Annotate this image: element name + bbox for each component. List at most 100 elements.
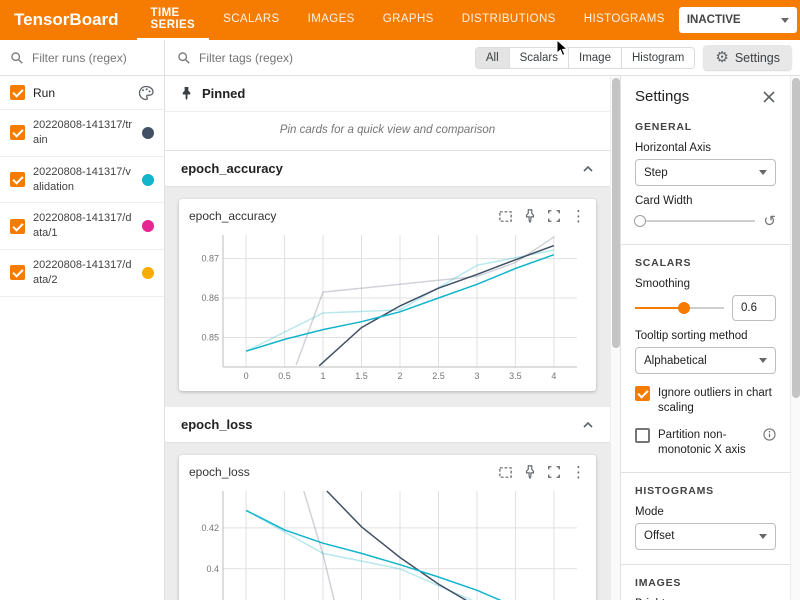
- chevron-down-icon: [781, 18, 789, 23]
- pin-card-icon[interactable]: [523, 209, 537, 223]
- filter-runs-input[interactable]: [32, 51, 154, 65]
- ignore-outliers-label: Ignore outliers in chart scaling: [658, 386, 776, 416]
- chip-scalars[interactable]: Scalars: [509, 48, 568, 68]
- ignore-outliers-checkbox[interactable]: [635, 386, 650, 401]
- run-row-data-1[interactable]: 20220808-141317/data/1: [0, 203, 164, 250]
- section-name: HISTOGRAMS: [635, 485, 776, 497]
- smoothing-row: 0.6: [635, 295, 776, 321]
- right-area: All Scalars Image Histogram ⚙ Settings P…: [165, 40, 800, 600]
- card-title: epoch_loss: [189, 465, 250, 479]
- smoothing-value-input[interactable]: 0.6: [732, 295, 776, 321]
- section-header-epoch-accuracy[interactable]: epoch_accuracy: [165, 151, 610, 187]
- more-options-icon[interactable]: ⋮: [571, 463, 586, 481]
- run-checkbox[interactable]: [10, 265, 25, 280]
- chip-all[interactable]: All: [476, 48, 509, 68]
- pin-icon: [179, 86, 194, 101]
- slider-knob[interactable]: [634, 215, 646, 227]
- reload-status-dropdown[interactable]: INACTIVE: [679, 7, 797, 33]
- settings-button-label: Settings: [735, 51, 780, 65]
- scalar-card-epoch-loss: epoch_loss: [179, 455, 596, 600]
- tab-graphs[interactable]: GRAPHS: [369, 0, 448, 40]
- cards-column: Pinned Pin cards for a quick view and co…: [165, 76, 610, 600]
- run-checkbox[interactable]: [10, 172, 25, 187]
- partition-x-axis-row[interactable]: Partition non-monotonic X axis: [635, 428, 776, 458]
- tab-scalars[interactable]: SCALARS: [209, 0, 294, 40]
- svg-text:1.5: 1.5: [355, 371, 368, 381]
- main-scrollbar[interactable]: [610, 76, 620, 600]
- run-color-dot: [142, 267, 154, 279]
- run-checkbox[interactable]: [10, 125, 25, 140]
- pinned-empty-message: Pin cards for a quick view and compariso…: [165, 112, 610, 151]
- scrollbar-thumb[interactable]: [612, 78, 620, 348]
- run-label: 20220808-141317/validation: [33, 165, 134, 195]
- select-all-runs-checkbox[interactable]: [10, 85, 25, 100]
- svg-text:2: 2: [397, 371, 402, 381]
- run-color-dot: [142, 220, 154, 232]
- run-row-data-2[interactable]: 20220808-141317/data/2: [0, 250, 164, 297]
- ignore-outliers-row[interactable]: Ignore outliers in chart scaling: [635, 386, 776, 416]
- settings-scrollbar[interactable]: [790, 76, 800, 600]
- svg-text:2.5: 2.5: [432, 371, 445, 381]
- svg-text:0.5: 0.5: [278, 371, 291, 381]
- fullscreen-icon[interactable]: [547, 465, 561, 479]
- section-header-epoch-loss[interactable]: epoch_loss: [165, 407, 610, 443]
- info-icon[interactable]: [763, 428, 776, 441]
- run-row-train[interactable]: 20220808-141317/train: [0, 110, 164, 157]
- run-color-dot: [142, 127, 154, 139]
- chip-histogram[interactable]: Histogram: [621, 48, 694, 68]
- fit-to-data-icon[interactable]: [498, 209, 513, 224]
- slider-knob[interactable]: [678, 302, 690, 314]
- fullscreen-icon[interactable]: [547, 209, 561, 223]
- horizontal-axis-select[interactable]: Step: [635, 159, 776, 186]
- search-icon: [10, 51, 24, 65]
- svg-text:4: 4: [551, 371, 556, 381]
- epoch-accuracy-chart[interactable]: 00.511.522.533.540.850.860.87: [189, 227, 587, 385]
- partition-x-axis-checkbox[interactable]: [635, 428, 650, 443]
- card-toolbar: ⋮: [498, 463, 586, 481]
- tab-histograms[interactable]: HISTOGRAMS: [570, 0, 679, 40]
- filter-tags-input[interactable]: [199, 51, 467, 65]
- smoothing-label: Smoothing: [635, 278, 776, 290]
- tab-time-series[interactable]: TIME SERIES: [137, 0, 210, 40]
- section-title: epoch_loss: [181, 417, 253, 432]
- tab-images[interactable]: IMAGES: [294, 0, 369, 40]
- more-options-icon[interactable]: ⋮: [571, 207, 586, 225]
- run-label: 20220808-141317/train: [33, 118, 134, 148]
- scalar-card-epoch-accuracy: epoch_accuracy: [179, 199, 596, 391]
- svg-text:0: 0: [244, 371, 249, 381]
- section-name: IMAGES: [635, 577, 776, 589]
- chip-image[interactable]: Image: [568, 48, 621, 68]
- appbar-actions: INACTIVE ⚙ ?: [679, 0, 800, 40]
- settings-button[interactable]: ⚙ Settings: [703, 45, 792, 70]
- tab-distributions[interactable]: DISTRIBUTIONS: [448, 0, 570, 40]
- run-label: 20220808-141317/data/1: [33, 211, 134, 241]
- chevron-down-icon: [759, 170, 767, 175]
- tooltip-sorting-value: Alphabetical: [644, 355, 707, 367]
- tags-toolbar: All Scalars Image Histogram ⚙ Settings: [165, 40, 800, 76]
- card-header: epoch_loss: [189, 463, 586, 481]
- reload-status-value: INACTIVE: [687, 14, 741, 26]
- settings-panel: Settings GENERAL Horizontal Axis Step Ca…: [620, 76, 790, 600]
- gear-icon: ⚙: [715, 50, 728, 65]
- chevron-down-icon: [759, 534, 767, 539]
- run-row-validation[interactable]: 20220808-141317/validation: [0, 157, 164, 204]
- run-checkbox[interactable]: [10, 219, 25, 234]
- reset-icon[interactable]: ↺: [763, 214, 776, 229]
- smoothing-slider[interactable]: [635, 299, 724, 317]
- section-name: GENERAL: [635, 121, 776, 133]
- section-name: SCALARS: [635, 257, 776, 269]
- fit-to-data-icon[interactable]: [498, 465, 513, 480]
- palette-icon[interactable]: [138, 85, 154, 101]
- search-icon: [177, 51, 191, 65]
- histogram-mode-select[interactable]: Offset: [635, 523, 776, 550]
- card-title: epoch_accuracy: [189, 209, 276, 223]
- card-width-slider[interactable]: [635, 212, 755, 230]
- histogram-mode-value: Offset: [644, 530, 674, 542]
- scrollbar-thumb[interactable]: [792, 78, 800, 398]
- epoch-loss-chart[interactable]: 00.511.522.533.540.360.380.40.42: [189, 483, 587, 600]
- nav-tabs: TIME SERIES SCALARS IMAGES GRAPHS DISTRI…: [137, 0, 679, 40]
- close-icon[interactable]: [762, 90, 776, 104]
- svg-text:3.5: 3.5: [509, 371, 522, 381]
- pin-card-icon[interactable]: [523, 465, 537, 479]
- tooltip-sorting-select[interactable]: Alphabetical: [635, 347, 776, 374]
